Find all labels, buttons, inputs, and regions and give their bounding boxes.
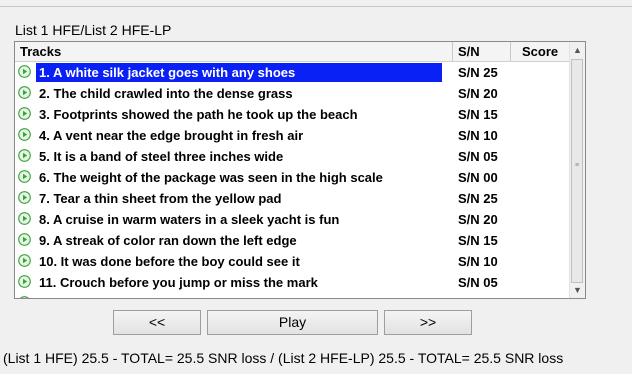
- track-row[interactable]: 5. It is a band of steel three inches wi…: [15, 146, 571, 167]
- scroll-grip-icon: ≡: [575, 162, 580, 169]
- scroll-thumb[interactable]: ≡: [571, 59, 583, 283]
- track-label: 10. It was done before the boy could see…: [39, 254, 300, 269]
- scroll-down-arrow-icon[interactable]: ▼: [570, 282, 585, 298]
- track-row[interactable]: 12. The square peg will settle in the ro…: [15, 293, 571, 298]
- previous-button[interactable]: <<: [113, 310, 201, 335]
- play-circle-icon: [18, 149, 31, 162]
- track-sn: S/N 00: [458, 294, 498, 298]
- track-sn: S/N 00: [458, 170, 498, 185]
- track-sn: S/N 10: [458, 254, 498, 269]
- tracks-listview[interactable]: Tracks S/N Score 1. A white silk jacket …: [14, 41, 586, 299]
- status-text: (List 1 HFE) 25.5 - TOTAL= 25.5 SNR loss…: [3, 350, 564, 366]
- track-sn: S/N 20: [458, 86, 498, 101]
- track-sn: S/N 25: [458, 191, 498, 206]
- track-sn: S/N 25: [458, 65, 498, 80]
- play-circle-icon: [18, 65, 31, 78]
- list-title: List 1 HFE/List 2 HFE-LP: [15, 22, 172, 38]
- track-row[interactable]: 1. A white silk jacket goes with any sho…: [15, 62, 571, 83]
- scroll-up-arrow-icon[interactable]: ▲: [570, 42, 585, 58]
- vertical-scrollbar[interactable]: ▲ ≡ ▼: [569, 42, 585, 298]
- play-circle-icon: [18, 170, 31, 183]
- play-circle-icon: [18, 107, 31, 120]
- track-label: 4. A vent near the edge brought in fresh…: [39, 128, 304, 143]
- track-row[interactable]: 2. The child crawled into the dense gras…: [15, 83, 571, 104]
- play-circle-icon: [18, 191, 31, 204]
- column-header-tracks[interactable]: Tracks: [15, 42, 453, 61]
- track-label: 2. The child crawled into the dense gras…: [39, 86, 293, 101]
- list-header: Tracks S/N Score: [15, 42, 571, 62]
- play-circle-icon: [18, 86, 31, 99]
- play-circle-icon: [18, 212, 31, 225]
- play-circle-icon: [18, 275, 31, 288]
- track-row[interactable]: 10. It was done before the boy could see…: [15, 251, 571, 272]
- track-label: 5. It is a band of steel three inches wi…: [39, 149, 284, 164]
- top-divider: [0, 6, 632, 7]
- track-label: 1. A white silk jacket goes with any sho…: [36, 63, 442, 82]
- track-label: 3. Footprints showed the path he took up…: [39, 107, 358, 122]
- track-row[interactable]: 4. A vent near the edge brought in fresh…: [15, 125, 571, 146]
- track-row[interactable]: 9. A streak of color ran down the left e…: [15, 230, 571, 251]
- track-label: 7. Tear a thin sheet from the yellow pad: [39, 191, 282, 206]
- next-button[interactable]: >>: [384, 310, 472, 335]
- track-label: 6. The weight of the package was seen in…: [39, 170, 383, 185]
- track-label: 12. The square peg will settle in the ro…: [36, 294, 331, 298]
- play-circle-icon: [18, 254, 31, 267]
- column-header-sn[interactable]: S/N: [453, 42, 511, 61]
- track-sn: S/N 10: [458, 128, 498, 143]
- track-label: 11. Crouch before you jump or miss the m…: [39, 275, 318, 290]
- track-sn: S/N 15: [458, 233, 498, 248]
- track-sn: S/N 05: [458, 275, 498, 290]
- track-row[interactable]: 7. Tear a thin sheet from the yellow pad…: [15, 188, 571, 209]
- play-button[interactable]: Play: [207, 310, 378, 335]
- track-sn: S/N 05: [458, 149, 498, 164]
- play-circle-icon: [20, 296, 29, 298]
- track-label: 8. A cruise in warm waters in a sleek ya…: [39, 212, 340, 227]
- track-row[interactable]: 3. Footprints showed the path he took up…: [15, 104, 571, 125]
- track-sn: S/N 20: [458, 212, 498, 227]
- play-circle-icon: [18, 233, 31, 246]
- track-row[interactable]: 6. The weight of the package was seen in…: [15, 167, 571, 188]
- track-rows: 1. A white silk jacket goes with any sho…: [15, 62, 571, 298]
- column-header-score[interactable]: Score: [511, 42, 571, 61]
- track-row[interactable]: 11. Crouch before you jump or miss the m…: [15, 272, 571, 293]
- play-circle-icon: [18, 128, 31, 141]
- track-row[interactable]: 8. A cruise in warm waters in a sleek ya…: [15, 209, 571, 230]
- track-label: 9. A streak of color ran down the left e…: [39, 233, 297, 248]
- track-sn: S/N 15: [458, 107, 498, 122]
